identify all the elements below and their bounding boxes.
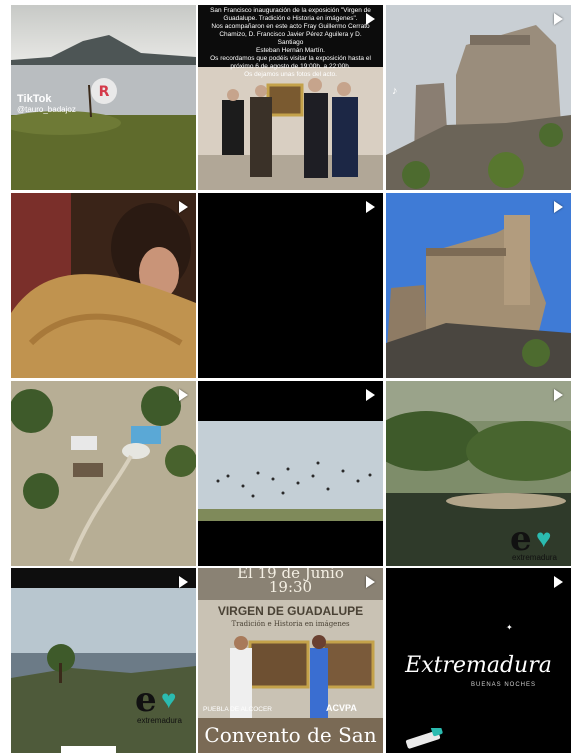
- caption-line: Os recordamos que podéis visitar la expo…: [210, 55, 371, 62]
- poster-subtitle: Tradición e Historia en imágenes: [231, 620, 350, 628]
- video-icon: [366, 13, 375, 25]
- woman-blanket-image: [11, 193, 196, 378]
- tile-black-video[interactable]: [198, 193, 383, 378]
- tiktok-handle: @tauro_badajoz: [17, 105, 76, 114]
- extremadura-e-logo: e: [135, 680, 157, 720]
- night-script-title: Extremadura: [405, 653, 552, 678]
- poster-location-tag: PUEBLA DE ALCOCER: [203, 706, 272, 713]
- video-icon: [366, 576, 375, 588]
- video-icon: [554, 13, 563, 25]
- star-icon: ✦: [506, 623, 513, 632]
- video-icon: [366, 201, 375, 213]
- poster-acvpa-tag: ACVPA: [326, 703, 357, 713]
- tile-castle-ruins[interactable]: ♪: [386, 5, 571, 190]
- night-subtitle: BUENAS NOCHES: [470, 682, 536, 688]
- poster-footer: Convento de San: [204, 723, 377, 747]
- tile-expo-poster[interactable]: El 19 de Junio 19:30 VIRGEN DE GUADALUPE…: [198, 568, 383, 753]
- tiktok-logo-icon: ♪: [392, 85, 398, 97]
- aerial-estate-image: [11, 381, 196, 566]
- event-caption: San Francisco inauguración de la exposic…: [198, 7, 383, 79]
- valley-image: [11, 568, 196, 753]
- extremadura-logo-text: extremadura: [512, 553, 557, 562]
- caption-line: Nos acompañaron en este acto Fray Guille…: [211, 23, 370, 30]
- tile-flock-birds[interactable]: [198, 381, 383, 566]
- tiktok-label: TikTok: [17, 93, 52, 105]
- tile-landscape[interactable]: R TikTok @tauro_badajoz: [11, 5, 196, 190]
- svg-text:R: R: [99, 84, 110, 100]
- caption-line: San Francisco inauguración de la exposic…: [210, 7, 371, 14]
- caption-line: Esteban Hernán Martín.: [255, 47, 325, 54]
- video-icon: [179, 201, 188, 213]
- castle-sky-image: [386, 193, 571, 378]
- tile-woman-blanket[interactable]: [11, 193, 196, 378]
- tile-valley[interactable]: e ♥ extremadura: [11, 568, 196, 753]
- poster-title: VIRGEN DE GUADALUPE: [217, 604, 364, 618]
- heart-icon: ♥: [536, 523, 552, 553]
- heart-icon: ♥: [161, 684, 177, 714]
- tile-river[interactable]: e ♥ extremadura: [386, 381, 571, 566]
- tile-castle-sky[interactable]: [386, 193, 571, 378]
- tile-aerial-estate[interactable]: [11, 381, 196, 566]
- video-icon: [554, 201, 563, 213]
- extremadura-logo-text: extremadura: [137, 716, 182, 725]
- caption-line: Os dejamos unas fotos del acto.: [244, 71, 337, 78]
- tile-event-photo[interactable]: San Francisco inauguración de la exposic…: [198, 5, 383, 190]
- video-icon: [179, 389, 188, 401]
- video-icon: [179, 576, 188, 588]
- video-icon: [366, 389, 375, 401]
- media-grid: R TikTok @tauro_badajoz San Francisco in…: [0, 0, 573, 753]
- flock-birds-image: [198, 381, 383, 566]
- tiktok-watermark: TikTok @tauro_badajoz: [17, 93, 76, 114]
- caption-line: Chamizo, D. Francisco Javier Pérez Aguil…: [219, 31, 362, 46]
- caption-line: Guadalupe. Tradición e Historia en imáge…: [223, 15, 358, 22]
- video-icon: [554, 576, 563, 588]
- telescope-icon: [405, 728, 443, 749]
- video-icon: [554, 389, 563, 401]
- tile-extremadura-night[interactable]: ✦ Extremadura BUENAS NOCHES: [386, 568, 571, 753]
- caption-line: próximo 6 de agosto de 19:00h. a 22:00h.: [230, 63, 351, 70]
- poster-time: 19:30: [268, 578, 313, 596]
- castle-ruins-image: [386, 5, 571, 190]
